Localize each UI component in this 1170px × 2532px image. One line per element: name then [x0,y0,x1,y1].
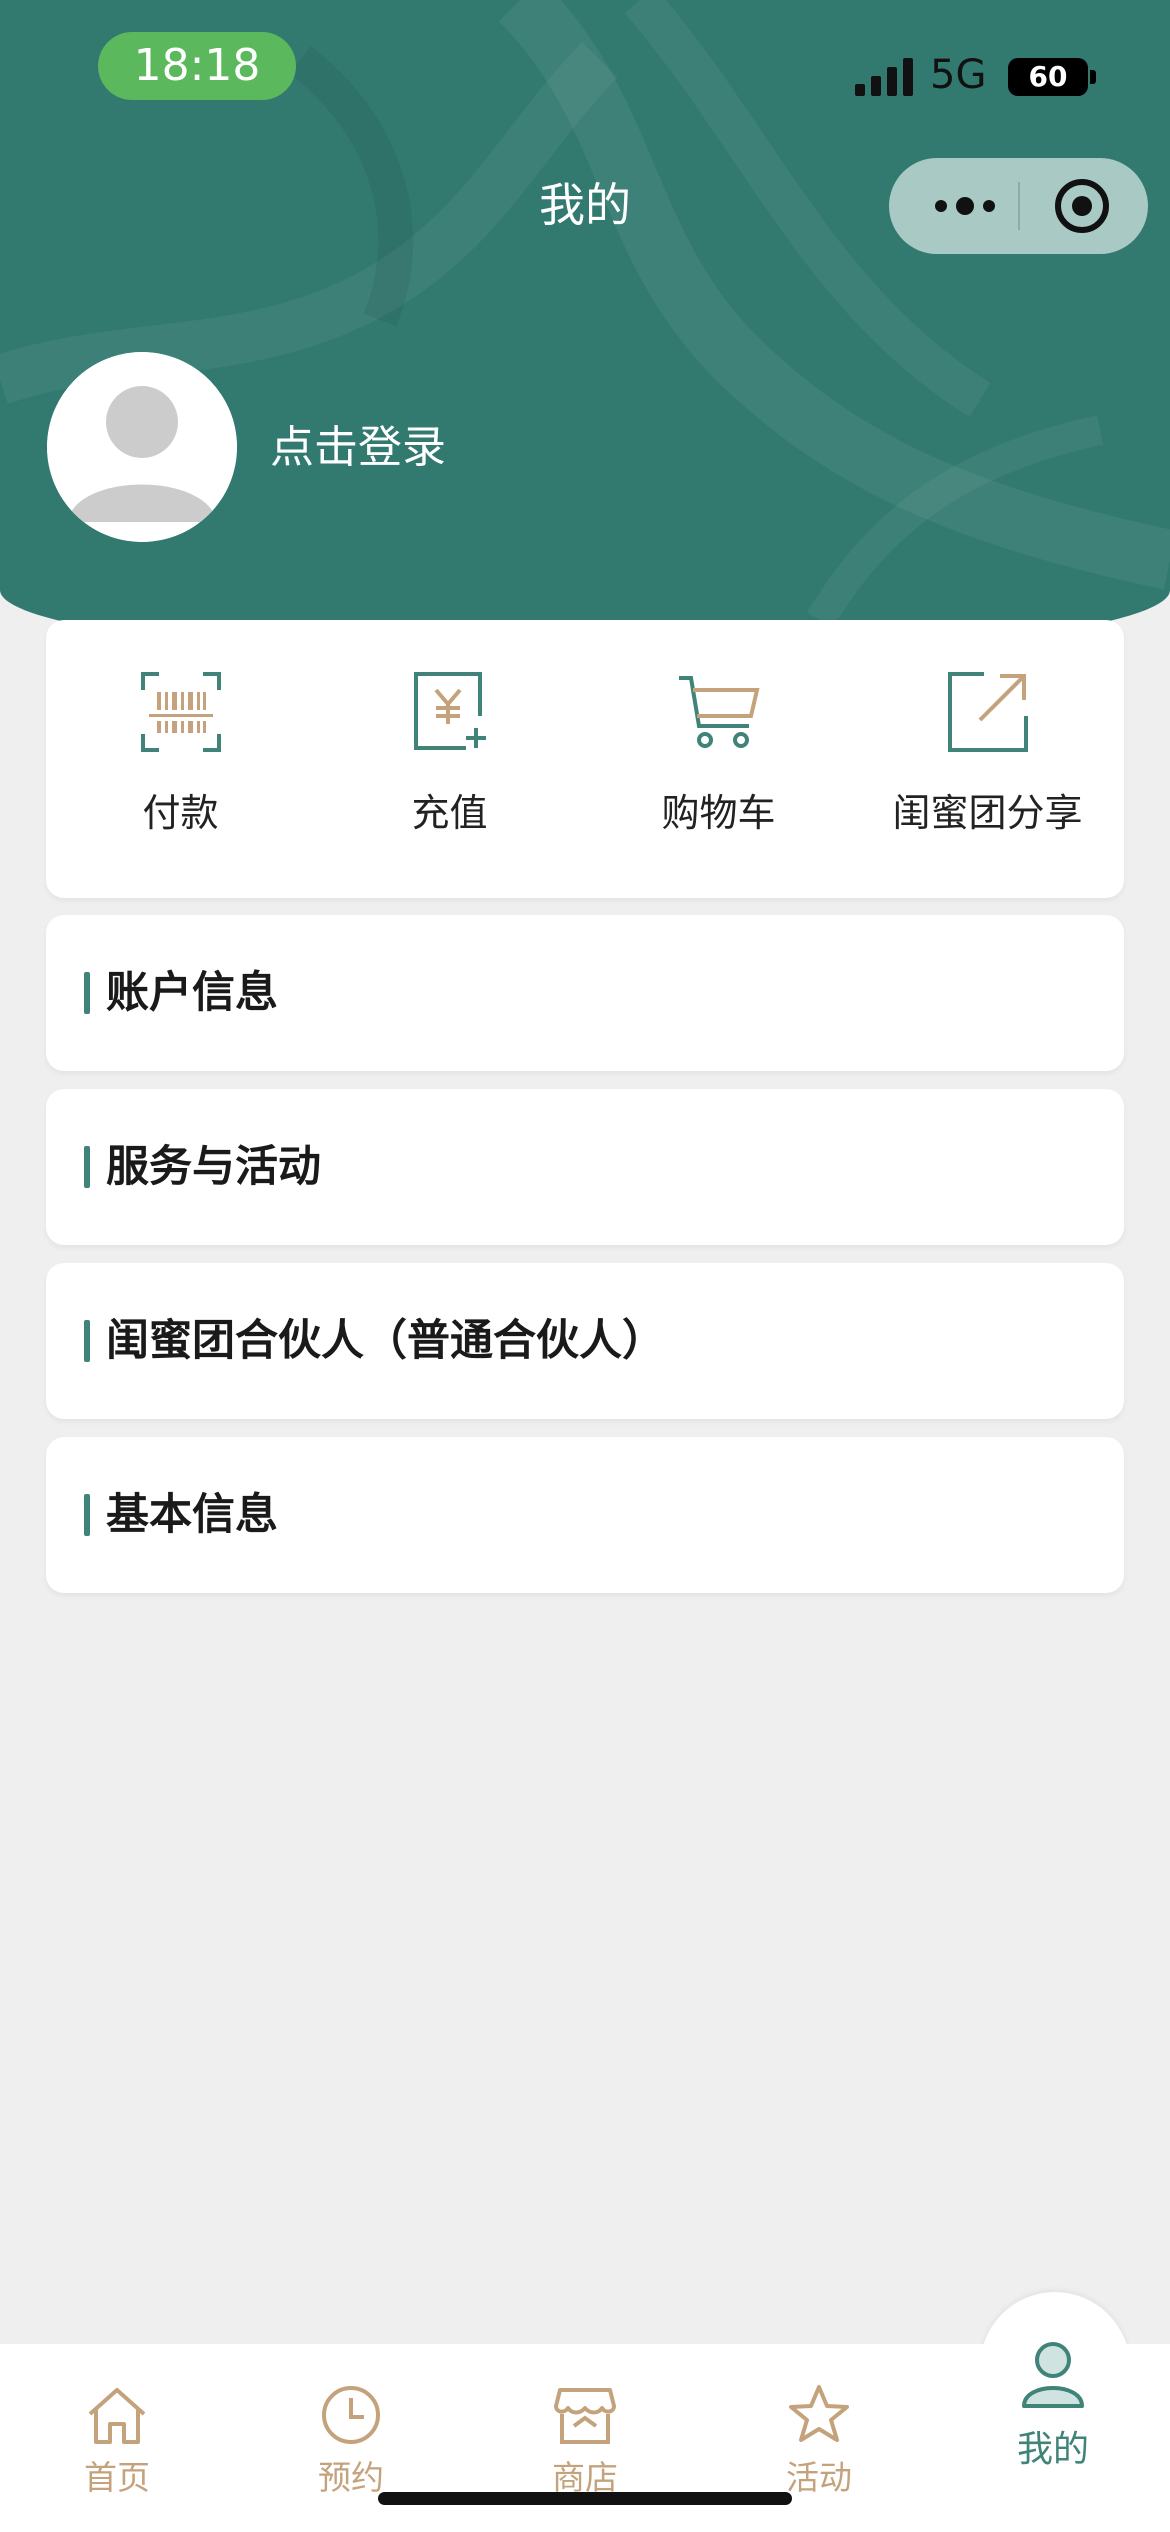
quick-action-label: 充值 [411,791,488,835]
battery-indicator: 60 [1008,58,1088,96]
home-icon [88,2388,146,2444]
section-basic-info[interactable]: 基本信息 [46,1437,1124,1593]
user-icon [1022,2342,1084,2408]
recharge-icon [413,672,486,750]
section-accent-bar [84,1494,90,1536]
capsule-divider [1018,182,1020,230]
barcode-scan-icon [140,672,221,752]
tab-mine[interactable]: 我的 [936,2342,1170,2532]
section-services-activities[interactable]: 服务与活动 [46,1089,1124,1245]
home-indicator [378,2492,792,2505]
close-target-icon[interactable] [1054,178,1110,234]
network-type: 5G [930,52,987,98]
battery-cap [1090,70,1096,84]
status-time: 18:18 [98,32,296,100]
quick-action-recharge[interactable]: 充值 [315,620,584,898]
tab-label: 我的 [1016,2429,1089,2470]
default-avatar-icon [47,352,237,542]
clock-icon [322,2386,380,2444]
star-icon [789,2385,849,2442]
quick-action-share[interactable]: 闺蜜团分享 [853,620,1122,898]
section-accent-bar [84,1320,90,1362]
quick-action-label: 付款 [142,791,219,835]
tab-home[interactable]: 首页 [0,2344,234,2532]
quick-actions-card: 付款 充值 购物车 闺蜜团分享 [46,620,1124,898]
section-title: 基本信息 [106,1490,278,1540]
share-icon [947,672,1028,752]
section-title: 闺蜜团合伙人（普通合伙人） [106,1316,665,1366]
section-accent-bar [84,1146,90,1188]
quick-action-cart[interactable]: 购物车 [584,620,853,898]
quick-action-label: 购物车 [661,791,776,835]
quick-action-pay[interactable]: 付款 [46,620,315,898]
store-icon [554,2388,616,2444]
quick-action-label: 闺蜜团分享 [892,791,1083,835]
section-partner[interactable]: 闺蜜团合伙人（普通合伙人） [46,1263,1124,1419]
cart-icon [678,676,760,748]
login-prompt[interactable]: 点击登录 [270,420,446,476]
avatar[interactable] [47,352,237,542]
section-title: 服务与活动 [106,1142,321,1192]
section-title: 账户信息 [106,968,278,1018]
signal-icon [855,58,913,96]
more-icon[interactable] [927,186,1007,226]
mini-program-capsule [889,158,1148,254]
section-account-info[interactable]: 账户信息 [46,915,1124,1071]
tab-label: 首页 [84,2458,150,2497]
section-accent-bar [84,972,90,1014]
